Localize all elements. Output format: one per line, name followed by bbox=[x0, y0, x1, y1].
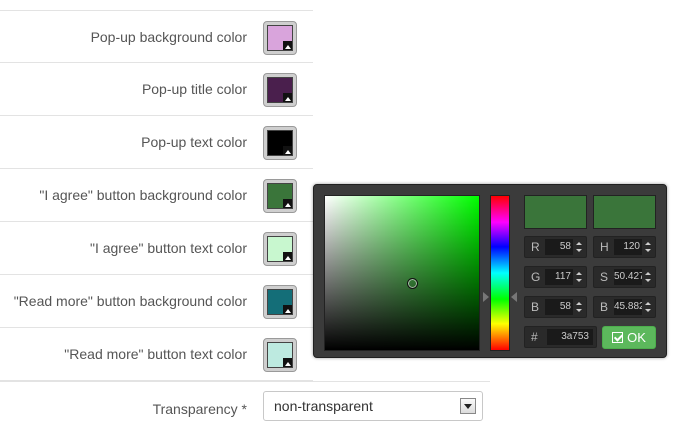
color-swatch-button[interactable] bbox=[263, 232, 297, 266]
color-picker-popup: R 58 H 120 G 117 S 50.427 B 58 B 45.882 … bbox=[313, 184, 667, 358]
caret-up-icon bbox=[283, 358, 292, 367]
spinner-icon[interactable] bbox=[645, 302, 651, 312]
caret-up-icon bbox=[283, 305, 292, 314]
saturation-label: S bbox=[600, 270, 609, 284]
hue-pointer-right-icon bbox=[511, 292, 517, 302]
hue-pointer-left-icon bbox=[483, 292, 489, 302]
hex-label: # bbox=[531, 330, 538, 344]
brightness-field[interactable]: B 45.882 bbox=[593, 296, 656, 318]
setting-row-transparency: Transparency * non-transparent bbox=[0, 381, 490, 434]
spinner-icon[interactable] bbox=[576, 272, 582, 282]
transparency-select[interactable]: non-transparent bbox=[263, 391, 483, 421]
setting-label: Pop-up title color bbox=[141, 81, 247, 97]
color-swatch-preview bbox=[267, 342, 293, 368]
setting-label: "Read more" button background color bbox=[13, 293, 247, 309]
chevron-down-icon[interactable] bbox=[460, 398, 476, 414]
caret-up-icon bbox=[283, 41, 292, 50]
hex-field[interactable]: # 3a753 bbox=[524, 326, 597, 348]
green-value[interactable]: 117 bbox=[545, 269, 573, 285]
hue-value[interactable]: 120 bbox=[614, 239, 642, 255]
caret-up-icon bbox=[283, 199, 292, 208]
setting-label: "I agree" button text color bbox=[89, 240, 247, 256]
blue-label: B bbox=[531, 300, 540, 314]
green-field[interactable]: G 117 bbox=[524, 266, 587, 288]
color-swatch-button[interactable] bbox=[263, 21, 297, 55]
red-field[interactable]: R 58 bbox=[524, 236, 587, 258]
spinner-icon[interactable] bbox=[576, 302, 582, 312]
hue-label: H bbox=[600, 240, 609, 254]
spinner-icon[interactable] bbox=[576, 242, 582, 252]
transparency-selected-value: non-transparent bbox=[274, 398, 373, 414]
color-swatch-preview bbox=[267, 183, 293, 209]
blue-field[interactable]: B 58 bbox=[524, 296, 587, 318]
setting-row-popup-title: Pop-up title color bbox=[0, 63, 313, 116]
caret-up-icon bbox=[283, 146, 292, 155]
color-swatch-button[interactable] bbox=[263, 73, 297, 107]
setting-row-agree-background: "I agree" button background color bbox=[0, 169, 313, 222]
hue-field[interactable]: H 120 bbox=[593, 236, 656, 258]
setting-label: Pop-up text color bbox=[141, 134, 247, 150]
color-swatch-button[interactable] bbox=[263, 338, 297, 372]
setting-label: Pop-up background color bbox=[90, 29, 247, 45]
color-swatch-button[interactable] bbox=[263, 285, 297, 319]
green-label: G bbox=[531, 270, 541, 284]
color-settings-list: Pop-up background color Pop-up title col… bbox=[0, 10, 313, 381]
transparency-label: Transparency * bbox=[152, 401, 247, 417]
brightness-value[interactable]: 45.882 bbox=[614, 299, 642, 315]
color-swatch-button[interactable] bbox=[263, 179, 297, 213]
hex-value[interactable]: 3a753 bbox=[547, 329, 593, 345]
color-swatch-button[interactable] bbox=[263, 126, 297, 160]
color-swatch-preview bbox=[267, 25, 293, 51]
color-swatch-preview bbox=[267, 130, 293, 156]
setting-label: "I agree" button background color bbox=[39, 187, 247, 203]
setting-label: "Read more" button text color bbox=[64, 346, 247, 362]
brightness-label: B bbox=[600, 300, 609, 314]
color-swatch-preview bbox=[267, 77, 293, 103]
setting-row-agree-text: "I agree" button text color bbox=[0, 222, 313, 275]
red-value[interactable]: 58 bbox=[545, 239, 573, 255]
spinner-icon[interactable] bbox=[645, 272, 651, 282]
setting-row-popup-background: Pop-up background color bbox=[0, 10, 313, 63]
hue-slider[interactable] bbox=[490, 195, 510, 351]
red-label: R bbox=[531, 240, 540, 254]
new-color-preview bbox=[524, 195, 587, 229]
saturation-field[interactable]: S 50.427 bbox=[593, 266, 656, 288]
color-swatch-preview bbox=[267, 289, 293, 315]
color-swatch-preview bbox=[267, 236, 293, 262]
ok-button[interactable]: OK bbox=[602, 326, 656, 349]
saturation-value[interactable]: 50.427 bbox=[614, 269, 642, 285]
caret-up-icon bbox=[283, 93, 292, 102]
current-color-preview[interactable] bbox=[593, 195, 656, 229]
setting-row-readmore-text: "Read more" button text color bbox=[0, 328, 313, 381]
spinner-icon[interactable] bbox=[645, 242, 651, 252]
checkbox-check-icon bbox=[612, 332, 624, 343]
saturation-value-area[interactable] bbox=[324, 195, 480, 351]
setting-row-popup-text: Pop-up text color bbox=[0, 116, 313, 169]
setting-row-readmore-background: "Read more" button background color bbox=[0, 275, 313, 328]
blue-value[interactable]: 58 bbox=[545, 299, 573, 315]
color-cursor[interactable] bbox=[407, 278, 418, 289]
ok-label: OK bbox=[627, 330, 646, 345]
caret-up-icon bbox=[283, 252, 292, 261]
